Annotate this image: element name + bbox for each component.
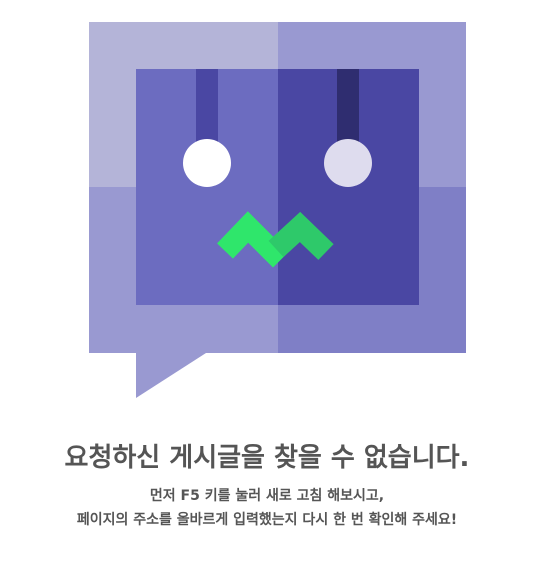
eye-right xyxy=(324,139,372,187)
sad-robot-speech-bubble-icon xyxy=(89,22,466,398)
error-message: 요청하신 게시글을 찾을 수 없습니다. 먼저 F5 키를 눌러 새로 고침 해… xyxy=(0,440,534,532)
error-description: 먼저 F5 키를 눌러 새로 고침 해보시고, 페이지의 주소를 올바르게 입력… xyxy=(0,484,534,532)
bubble-tail xyxy=(136,353,206,398)
antenna-left xyxy=(196,69,218,143)
error-description-line-2: 페이지의 주소를 올바르게 입력했는지 다시 한 번 확인해 주세요! xyxy=(76,512,458,528)
error-illustration xyxy=(0,0,534,420)
antenna-right xyxy=(337,69,359,143)
eye-left xyxy=(183,139,231,187)
error-headline: 요청하신 게시글을 찾을 수 없습니다. xyxy=(64,443,470,473)
error-description-line-1: 먼저 F5 키를 눌러 새로 고침 해보시고, xyxy=(149,488,385,504)
